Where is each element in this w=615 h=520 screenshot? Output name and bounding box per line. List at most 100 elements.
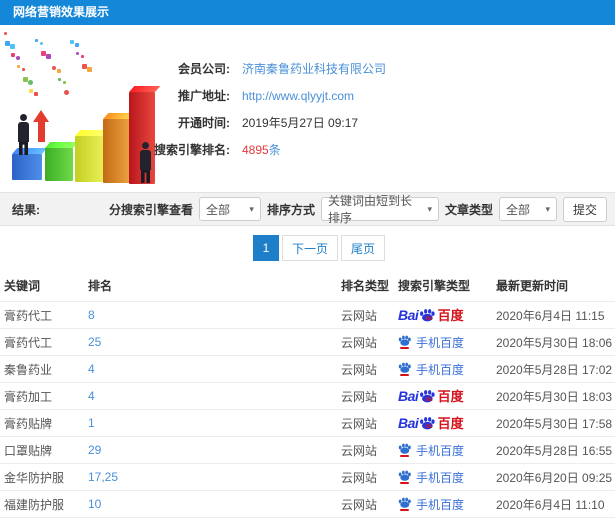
table-row: 秦鲁药业 4 云网站 Bai du 百度 (0, 355, 615, 383)
filter-controls: 分搜索引擎查看 全部 ▾ 排序方式 关键词由短到长排序 ▾ 文章类型 全部 ▾ … (108, 194, 607, 225)
sort-select[interactable]: 关键词由短到长排序 ▾ (320, 194, 439, 225)
keyword-cell: 膏药贴牌 (0, 409, 84, 437)
rank-type-cell: 云网站 (337, 382, 394, 410)
keyword-cell: 金华防护服 (0, 463, 84, 491)
rank-cell[interactable]: 17,25 (84, 463, 337, 491)
updated-time-cell: 2020年5月30日 18:06 (492, 328, 615, 356)
member-info-panel: 会员公司: 济南秦鲁药业科技有限公司 推广地址: http://www.qlyy… (118, 55, 478, 163)
col-header-updated: 最新更新时间 (496, 279, 569, 293)
updated-time-cell: 2020年5月30日 17:58 (492, 409, 615, 437)
mobile-baidu-badge: 手机百度 (398, 496, 464, 513)
rank-type-cell: 云网站 (337, 490, 394, 518)
updated-time-cell: 2020年6月4日 11:10 (492, 490, 615, 518)
info-row-company: 会员公司: 济南秦鲁药业科技有限公司 (118, 55, 478, 82)
sort-select-value: 关键词由短到长排序 (327, 194, 412, 225)
keyword-cell: 福建防护服 (0, 490, 84, 518)
article-type-select[interactable]: 全部 ▾ (498, 197, 557, 221)
promo-url-link[interactable]: http://www.qlyyjt.com (242, 89, 354, 103)
table-row: 金华防护服 17,25 云网站 Bai du 百度 (0, 463, 615, 491)
col-header-rank: 排名 (88, 279, 113, 293)
rank-count-value: 4895 (242, 142, 269, 157)
rank-type-cell: 云网站 (337, 328, 394, 356)
sort-filter-label: 排序方式 (266, 202, 315, 217)
engine-filter-label: 分搜索引擎查看 (108, 202, 193, 217)
mobile-baidu-badge: 手机百度 (398, 361, 464, 378)
rank-count-suffix[interactable]: 条 (269, 141, 281, 158)
mobile-baidu-paw-icon (398, 362, 411, 376)
keyword-cell: 口罩贴牌 (0, 436, 84, 464)
engine-cell: Bai du 百度 (394, 355, 492, 383)
rank-cell[interactable]: 1 (84, 409, 337, 437)
rank-cell[interactable]: 4 (84, 355, 337, 383)
top-section: 会员公司: 济南秦鲁药业科技有限公司 推广地址: http://www.qlyy… (0, 25, 615, 190)
page-title: 网络营销效果展示 (13, 5, 110, 19)
keyword-cell: 膏药加工 (0, 382, 84, 410)
rank-cell[interactable]: 10 (84, 490, 337, 518)
mobile-baidu-paw-icon (398, 443, 411, 457)
chevron-down-icon: ▾ (249, 203, 254, 214)
updated-time-cell: 2020年6月4日 11:15 (492, 301, 615, 329)
page-titlebar: 网络营销效果展示 (0, 0, 615, 25)
updated-time-cell: 2020年5月28日 16:55 (492, 436, 615, 464)
article-type-select-value: 全部 (505, 202, 530, 217)
rank-cell[interactable]: 8 (84, 301, 337, 329)
updated-time-cell: 2020年6月20日 09:25 (492, 463, 615, 491)
mobile-baidu-badge: 手机百度 (398, 442, 464, 459)
updated-time-cell: 2020年5月28日 17:02 (492, 355, 615, 383)
chevron-down-icon: ▾ (427, 203, 432, 214)
chart-bar-blue (12, 154, 42, 180)
chart-bar-green (45, 148, 73, 181)
results-label: 结果: (12, 202, 40, 217)
table-row: 福建防护服 10 云网站 Bai du 百度 (0, 490, 615, 518)
col-header-engine-type: 搜索引擎类型 (398, 279, 471, 293)
col-header-rank-type: 排名类型 (341, 279, 390, 293)
engine-cell: Bai du 百度 (394, 490, 492, 518)
company-label: 会员公司: (178, 62, 230, 76)
keyword-cell: 秦鲁药业 (0, 355, 84, 383)
submit-button[interactable]: 提交 (562, 196, 607, 222)
chevron-down-icon: ▾ (545, 203, 550, 214)
table-row: 膏药加工 4 云网站 Bai du 百度 2020年5月30日 18:03 (0, 382, 615, 410)
company-link[interactable]: 济南秦鲁药业科技有限公司 (242, 60, 386, 77)
table-row: 膏药代工 25 云网站 Bai du 百度 (0, 328, 615, 356)
rank-type-cell: 云网站 (337, 463, 394, 491)
rank-count-label: 搜索引擎排名: (154, 143, 230, 157)
engine-select-value: 全部 (205, 202, 230, 217)
open-time-label: 开通时间: (178, 116, 230, 130)
confetti-dots (0, 30, 120, 110)
promo-url-label: 推广地址: (178, 89, 230, 103)
baidu-logo: Bai du 百度 (398, 306, 464, 323)
growth-arrow-icon (33, 110, 50, 144)
baidu-logo: Bai du 百度 (398, 387, 464, 404)
mobile-baidu-badge: 手机百度 (398, 469, 464, 486)
rank-cell[interactable]: 4 (84, 382, 337, 410)
page-number-current[interactable]: 1 (253, 235, 279, 261)
info-row-open-time: 开通时间: 2019年5月27日 09:17 (118, 109, 478, 136)
businessman-figure-left (17, 114, 30, 155)
last-page-button[interactable]: 尾页 (341, 235, 386, 261)
keyword-cell: 膏药代工 (0, 328, 84, 356)
mobile-baidu-badge: 手机百度 (398, 334, 464, 351)
rank-cell[interactable]: 25 (84, 328, 337, 356)
engine-cell: Bai du 百度 (394, 436, 492, 464)
table-row: 膏药代工 8 云网站 Bai du 百度 2020年6月4日 11:15 (0, 301, 615, 329)
keyword-cell: 膏药代工 (0, 301, 84, 329)
open-time-value: 2019年5月27日 09:17 (242, 116, 359, 130)
info-row-rank-count: 搜索引擎排名: 4895 条 (118, 136, 478, 163)
keyword-ranking-table: 关键词 排名 排名类型 搜索引擎类型 最新更新时间 膏药代工 8 云网站 Bai… (0, 270, 615, 520)
rank-type-cell: 云网站 (337, 301, 394, 329)
next-page-button[interactable]: 下一页 (282, 235, 339, 261)
col-header-keyword: 关键词 (4, 279, 41, 293)
engine-cell: Bai du 百度 (394, 328, 492, 356)
article-type-label: 文章类型 (444, 202, 493, 217)
engine-select[interactable]: 全部 ▾ (198, 197, 261, 221)
rank-cell[interactable]: 29 (84, 436, 337, 464)
rank-type-cell: 云网站 (337, 409, 394, 437)
chart-bar-yellow (75, 136, 103, 182)
mobile-baidu-paw-icon (398, 497, 411, 511)
engine-cell: Bai du 百度 (394, 409, 492, 437)
engine-cell: Bai du 百度 (394, 301, 492, 329)
pagination: 1 下一页 尾页 (0, 226, 615, 270)
table-header-row: 关键词 排名 排名类型 搜索引擎类型 最新更新时间 (0, 270, 615, 302)
mobile-baidu-paw-icon (398, 335, 411, 349)
